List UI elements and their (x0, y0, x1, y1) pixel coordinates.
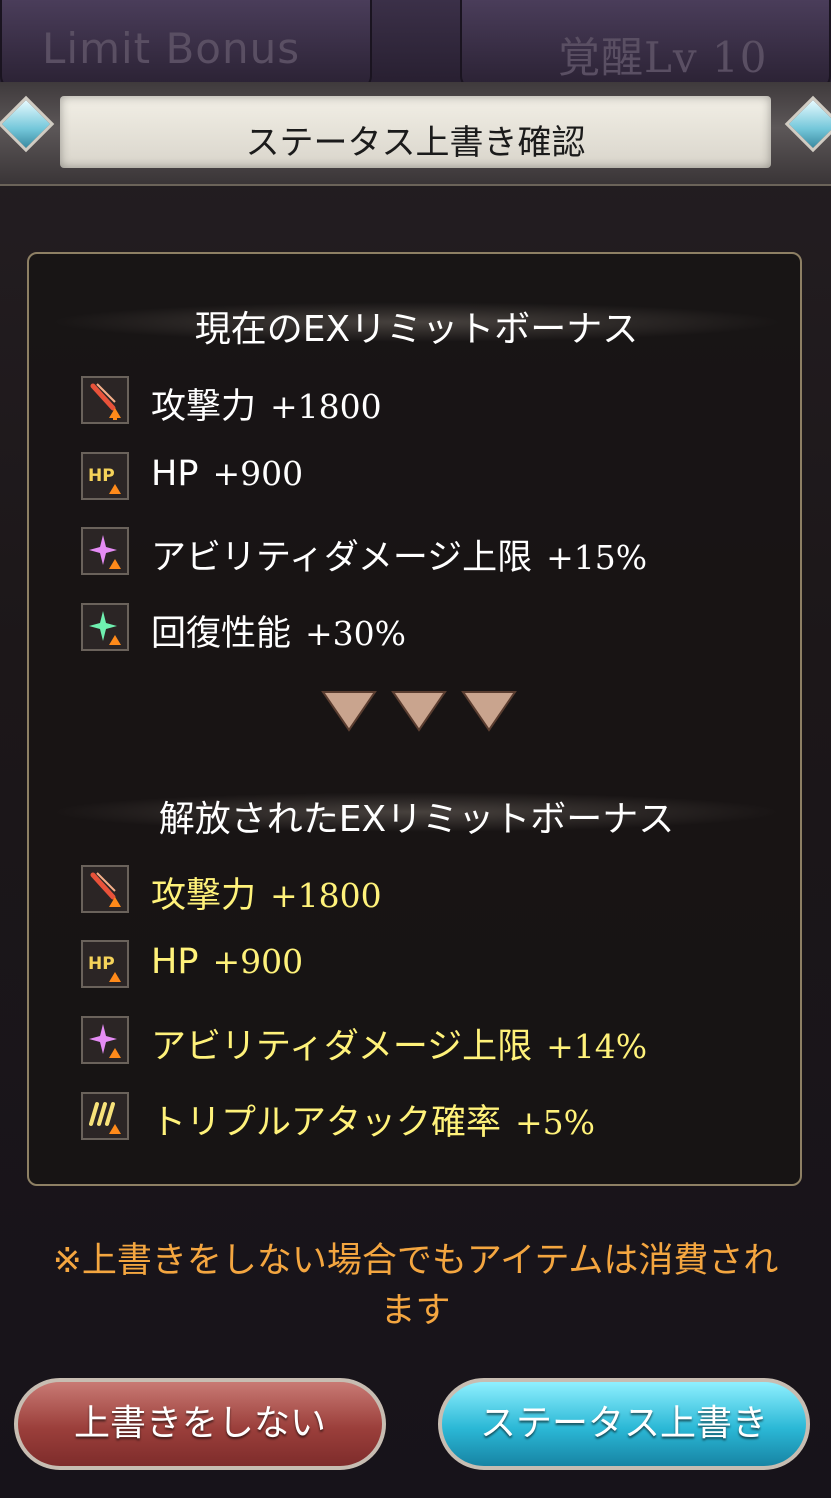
released-bonus-heading: 解放されたEXリミットボーナス (158, 799, 675, 840)
attack-up-icon (81, 376, 129, 424)
tab-awakening-level[interactable]: 覚醒Lv 10 (460, 0, 831, 90)
overwrite-status-button-label: ステータス上書き (479, 1403, 768, 1444)
bonus-value: +14% (546, 1027, 648, 1066)
bonus-name: トリプルアタック確率 (151, 1103, 502, 1143)
hp-up-icon: HP (81, 452, 129, 500)
hp-up-icon: HP (81, 940, 129, 988)
ability-damage-cap-up-icon (81, 1016, 129, 1064)
overwrite-status-button[interactable]: ステータス上書き (438, 1378, 810, 1470)
bonus-name: アビリティダメージ上限 (151, 1027, 533, 1067)
no-overwrite-button[interactable]: 上書きをしない (14, 1378, 386, 1470)
bonus-name: HP (151, 454, 199, 494)
bonus-name: アビリティダメージ上限 (151, 538, 533, 578)
bonus-value: +1800 (270, 876, 382, 915)
attack-up-icon (81, 865, 129, 913)
bonus-name: HP (151, 942, 199, 982)
bonus-value: +900 (212, 454, 304, 493)
healing-up-icon (81, 603, 129, 651)
bonus-comparison-panel: 現在のEXリミットボーナス 攻撃力 +1800 HP HP +900 アビリティダメ… (27, 252, 802, 1186)
dialog-title-bar: ステータス上書き確認 (0, 82, 831, 186)
tab-limit-bonus[interactable]: Limit Bonus (0, 0, 372, 90)
bonus-value: +15% (546, 538, 648, 577)
tab-limit-bonus-label: Limit Bonus (42, 24, 301, 73)
consumption-notice: ※上書きをしない場合でもアイテムは消費されます (52, 1241, 779, 1331)
current-bonus-heading: 現在のEXリミットボーナス (194, 309, 639, 350)
bonus-value: +30% (305, 614, 407, 653)
bonus-name: 攻撃力 (151, 876, 257, 916)
svg-text:HP: HP (88, 466, 115, 486)
bonus-name: 回復性能 (151, 614, 292, 654)
bonus-value: +900 (212, 942, 304, 981)
bonus-value: +1800 (270, 387, 382, 426)
bonus-name: 攻撃力 (151, 387, 257, 427)
tab-awakening-level-label: 覚醒Lv 10 (558, 33, 768, 82)
triple-attack-up-icon (81, 1092, 129, 1140)
down-arrows-icon (321, 691, 517, 732)
bonus-value: +5% (515, 1103, 596, 1142)
dialog-title: ステータス上書き確認 (245, 123, 586, 163)
ability-damage-cap-up-icon (81, 527, 129, 575)
svg-text:HP: HP (88, 954, 115, 974)
no-overwrite-button-label: 上書きをしない (73, 1403, 326, 1444)
